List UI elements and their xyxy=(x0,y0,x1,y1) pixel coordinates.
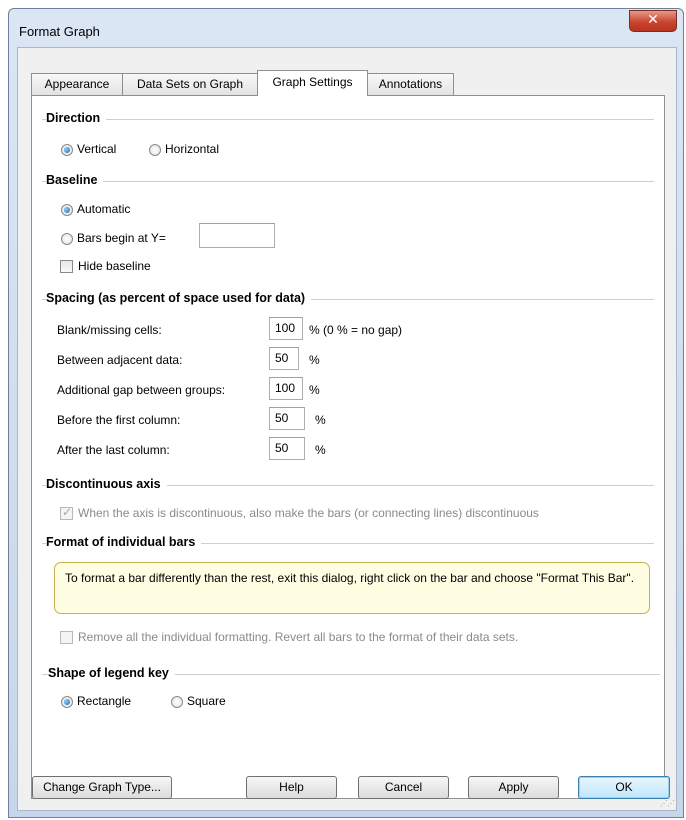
section-baseline: Baseline xyxy=(46,173,104,187)
spacing-label: Before the first column: xyxy=(57,413,181,427)
discontinuous-label: When the axis is discontinuous, also mak… xyxy=(78,506,539,520)
spacing-groups-input[interactable]: 100 xyxy=(269,377,303,400)
window-title: Format Graph xyxy=(19,24,100,39)
dialog-body: Appearance Data Sets on Graph Graph Sett… xyxy=(17,47,677,811)
section-direction: Direction xyxy=(46,111,107,125)
direction-vertical-label[interactable]: Vertical xyxy=(77,142,116,156)
discontinuous-checkbox: ✓ xyxy=(60,505,73,520)
dialog-window: Format Graph ✕ Appearance Data Sets on G… xyxy=(8,8,684,818)
apply-button[interactable]: Apply xyxy=(468,776,559,799)
section-discontinuous-axis: Discontinuous axis xyxy=(46,477,167,491)
resize-grip-icon[interactable]: ⋰⋰ xyxy=(660,799,675,808)
spacing-label: Between adjacent data: xyxy=(57,353,183,367)
spacing-label: Additional gap between groups: xyxy=(57,383,226,397)
tab-appearance[interactable]: Appearance xyxy=(31,73,123,95)
baseline-automatic-label[interactable]: Automatic xyxy=(77,202,130,216)
tab-annotations[interactable]: Annotations xyxy=(367,73,454,95)
legend-square-radio[interactable] xyxy=(171,696,183,708)
close-icon: ✕ xyxy=(647,12,659,28)
tab-data-sets-on-graph[interactable]: Data Sets on Graph xyxy=(122,73,258,95)
section-spacing: Spacing (as percent of space used for da… xyxy=(46,291,312,305)
baseline-bars-begin-label[interactable]: Bars begin at Y= xyxy=(77,231,166,245)
remove-formatting-label: Remove all the individual formatting. Re… xyxy=(78,630,519,644)
section-individual-bars: Format of individual bars xyxy=(46,535,202,549)
spacing-unit: % xyxy=(309,383,320,397)
spacing-unit: % xyxy=(315,443,326,457)
legend-rectangle-radio[interactable] xyxy=(61,696,73,708)
spacing-first-column-input[interactable]: 50 xyxy=(269,407,305,430)
direction-horizontal-radio[interactable] xyxy=(149,144,161,156)
remove-formatting-checkbox xyxy=(60,631,73,644)
spacing-blank-input[interactable]: 100 xyxy=(269,317,303,340)
title-bar[interactable]: Format Graph ✕ xyxy=(9,9,683,47)
ok-button[interactable]: OK xyxy=(578,776,670,799)
spacing-unit: % xyxy=(315,413,326,427)
spacing-unit: % xyxy=(309,353,320,367)
baseline-automatic-radio[interactable] xyxy=(61,204,73,216)
spacing-unit: % (0 % = no gap) xyxy=(309,323,403,337)
close-button[interactable]: ✕ xyxy=(629,10,677,32)
change-graph-type-button[interactable]: Change Graph Type... xyxy=(32,776,172,799)
help-button[interactable]: Help xyxy=(246,776,337,799)
direction-horizontal-label[interactable]: Horizontal xyxy=(165,142,219,156)
baseline-y-input[interactable] xyxy=(199,223,275,248)
spacing-last-column-input[interactable]: 50 xyxy=(269,437,305,460)
spacing-adjacent-input[interactable]: 50 xyxy=(269,347,299,370)
spacing-label: Blank/missing cells: xyxy=(57,323,162,337)
checkmark-icon: ✓ xyxy=(62,505,73,519)
section-legend-shape: Shape of legend key xyxy=(48,666,175,680)
hide-baseline-checkbox[interactable] xyxy=(60,260,73,273)
direction-vertical-radio[interactable] xyxy=(61,144,73,156)
spacing-label: After the last column: xyxy=(57,443,170,457)
cancel-button[interactable]: Cancel xyxy=(358,776,449,799)
baseline-bars-begin-radio[interactable] xyxy=(61,233,73,245)
tab-graph-settings[interactable]: Graph Settings xyxy=(257,70,368,96)
hide-baseline-label[interactable]: Hide baseline xyxy=(78,259,151,273)
legend-rectangle-label[interactable]: Rectangle xyxy=(77,694,131,708)
graph-settings-panel: Direction Vertical Horizontal Baseline A… xyxy=(31,95,665,799)
info-note: To format a bar differently than the res… xyxy=(54,562,650,614)
legend-square-label[interactable]: Square xyxy=(187,694,226,708)
